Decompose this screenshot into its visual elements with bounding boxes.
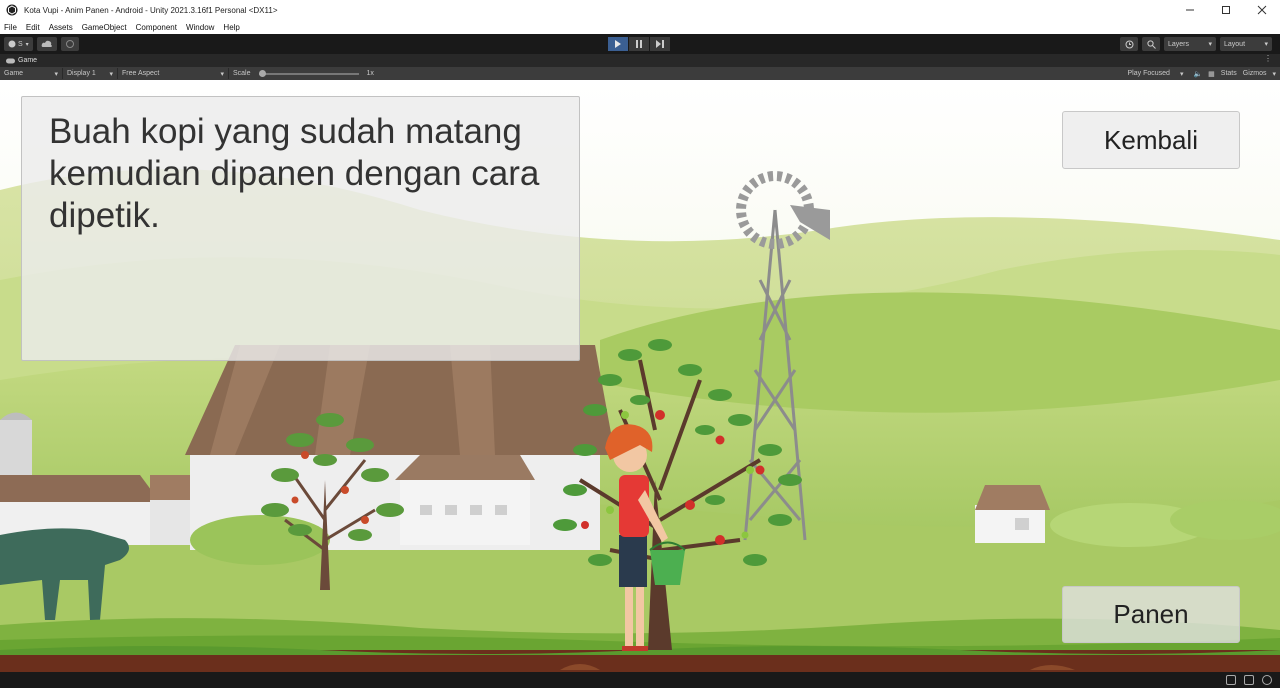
minimize-icon xyxy=(1186,9,1194,11)
scale-slider[interactable] xyxy=(258,69,359,77)
chevron-down-icon: ▾ xyxy=(25,41,29,48)
chevron-down-icon: ▾ xyxy=(109,70,113,78)
collab-button[interactable] xyxy=(60,37,79,51)
account-icon xyxy=(8,40,16,48)
status-icon[interactable] xyxy=(1226,675,1236,685)
maximize-icon xyxy=(1222,6,1230,14)
chevron-down-icon: ▾ xyxy=(1208,41,1212,48)
menu-bar: File Edit Assets GameObject Component Wi… xyxy=(0,20,1280,34)
window-title: Kota Vupi - Anim Panen - Android - Unity… xyxy=(24,5,278,15)
panel-menu-icon[interactable]: ⋮ xyxy=(1264,54,1272,63)
layout-dropdown[interactable]: Layout ▾ xyxy=(1220,37,1272,51)
window-controls xyxy=(1172,0,1280,20)
display-label: Display 1 xyxy=(67,70,96,77)
gamepad-icon xyxy=(6,58,15,63)
small-house xyxy=(975,485,1050,543)
menu-file[interactable]: File xyxy=(4,23,17,32)
account-label: S xyxy=(18,40,23,48)
speaker-icon[interactable]: 🔈 xyxy=(1193,70,1202,78)
scale-value: 1x xyxy=(366,70,374,77)
play-focused-dropdown[interactable]: Play Focused ▾ xyxy=(1124,70,1188,78)
grid-icon[interactable]: ▦ xyxy=(1208,70,1215,78)
menu-assets[interactable]: Assets xyxy=(49,23,73,32)
chevron-down-icon: ▾ xyxy=(1179,70,1184,78)
play-button[interactable] xyxy=(608,37,628,51)
chevron-down-icon: ▾ xyxy=(220,70,224,78)
step-icon xyxy=(656,40,664,48)
narration-panel: Buah kopi yang sudah matang kemudian dip… xyxy=(21,96,580,361)
menu-window[interactable]: Window xyxy=(186,23,214,32)
panel-tab-bar: Game ⋮ xyxy=(0,54,1280,67)
menu-gameobject[interactable]: GameObject xyxy=(82,23,127,32)
unity-editor-window: Kota Vupi - Anim Panen - Android - Unity… xyxy=(0,0,1280,688)
scale-label: Scale xyxy=(233,70,251,77)
history-icon xyxy=(1125,40,1133,48)
cloud-button[interactable] xyxy=(36,37,57,51)
aspect-label: Free Aspect xyxy=(122,70,160,77)
minimize-button[interactable] xyxy=(1172,0,1208,20)
chevron-down-icon: ▾ xyxy=(1272,70,1276,78)
back-button[interactable]: Kembali xyxy=(1062,111,1240,169)
account-dropdown[interactable]: S ▾ xyxy=(4,37,33,51)
stats-button[interactable]: Stats xyxy=(1221,70,1237,77)
game-viewport[interactable]: Buah kopi yang sudah matang kemudian dip… xyxy=(0,80,1280,672)
history-button[interactable] xyxy=(1120,37,1138,51)
display-dropdown[interactable]: Display 1 ▾ xyxy=(63,70,117,78)
view-mode-dropdown[interactable]: Game ▾ xyxy=(0,70,62,78)
layout-label: Layout xyxy=(1224,40,1246,48)
maximize-button[interactable] xyxy=(1208,0,1244,20)
scale-slider-handle[interactable] xyxy=(258,69,266,77)
collab-icon xyxy=(65,40,74,48)
unity-logo-icon xyxy=(6,4,18,16)
menu-edit[interactable]: Edit xyxy=(26,23,40,32)
pause-button[interactable] xyxy=(629,37,649,51)
menu-component[interactable]: Component xyxy=(136,23,177,32)
play-icon xyxy=(615,40,621,48)
play-focused-label: Play Focused xyxy=(1127,70,1170,77)
close-button[interactable] xyxy=(1244,0,1280,20)
chevron-down-icon: ▾ xyxy=(1264,41,1268,48)
search-button[interactable] xyxy=(1142,37,1160,51)
cloud-icon xyxy=(41,40,52,47)
chevron-down-icon: ▾ xyxy=(54,70,58,78)
tab-game[interactable]: Game xyxy=(0,57,37,64)
aspect-dropdown[interactable]: Free Aspect ▾ xyxy=(118,70,228,78)
game-view-toolbar: Game ▾ Display 1 ▾ Free Aspect ▾ Scale 1… xyxy=(0,67,1280,80)
scale-control: Scale 1x xyxy=(229,69,378,77)
title-bar: Kota Vupi - Anim Panen - Android - Unity… xyxy=(0,0,1280,20)
layers-dropdown[interactable]: Layers ▾ xyxy=(1164,37,1216,51)
layers-status-icon[interactable] xyxy=(1244,675,1254,685)
harvest-button[interactable]: Panen xyxy=(1062,586,1240,643)
playback-controls xyxy=(608,37,670,51)
check-status-icon[interactable] xyxy=(1262,675,1272,685)
layers-label: Layers xyxy=(1168,40,1190,48)
tab-game-label: Game xyxy=(18,57,38,64)
close-icon xyxy=(1257,5,1267,15)
menu-help[interactable]: Help xyxy=(223,23,239,32)
status-bar xyxy=(0,672,1280,688)
narration-text: Buah kopi yang sudah matang kemudian dip… xyxy=(49,112,540,235)
search-icon xyxy=(1146,39,1156,49)
gizmos-dropdown[interactable]: Gizmos xyxy=(1243,70,1267,77)
step-button[interactable] xyxy=(650,37,670,51)
view-mode-label: Game xyxy=(4,70,24,77)
main-toolbar: S ▾ Layers ▾ Layout ▾ xyxy=(0,34,1280,54)
pause-icon xyxy=(636,40,642,48)
